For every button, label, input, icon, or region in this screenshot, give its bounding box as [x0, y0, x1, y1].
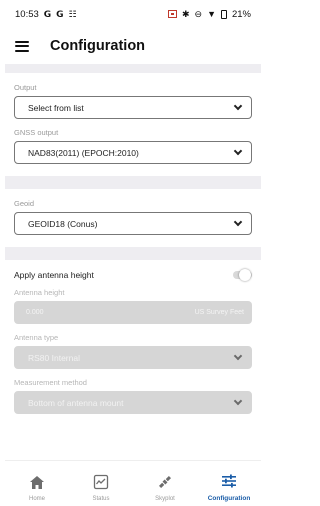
gnss-output-label: GNSS output	[14, 128, 59, 137]
g-notification-icon-2: 𝗚	[56, 8, 64, 19]
nav-home[interactable]: Home	[5, 461, 69, 506]
measurement-method-label: Measurement method	[14, 378, 87, 387]
chevron-down-icon	[233, 101, 243, 111]
apply-antenna-height-toggle[interactable]	[230, 269, 252, 281]
geoid-select[interactable]: GEOID18 (Conus)	[14, 212, 252, 235]
antenna-height-value: 0.000	[26, 309, 44, 316]
page-title: Configuration	[50, 38, 146, 54]
section-divider	[5, 176, 261, 189]
chevron-down-icon	[233, 351, 243, 361]
section-divider	[5, 64, 261, 73]
gnss-output-select[interactable]: NAD83(2011) (EPOCH:2010)	[14, 141, 252, 164]
chevron-down-icon	[233, 146, 243, 156]
battery-percent: 21%	[231, 8, 251, 20]
measurement-method-select[interactable]: Bottom of antenna mount	[14, 391, 252, 414]
output-select-value: Select from list	[28, 102, 84, 113]
output-select[interactable]: Select from list	[14, 96, 252, 119]
status-bar: 10:53 𝗚 𝗚 ☷ ✱ ⊖ ▼ 21%	[5, 0, 261, 28]
output-label: Output	[14, 83, 37, 92]
grid-notification-icon: ☷	[68, 8, 77, 19]
g-notification-icon: 𝗚	[43, 8, 52, 19]
chevron-down-icon	[233, 217, 243, 227]
nav-status[interactable]: Status	[69, 461, 133, 506]
antenna-type-value: RS80 Internal	[28, 352, 80, 363]
sliders-icon	[221, 472, 237, 490]
bottom-navigation: Home Status Skyplot Configuration	[5, 460, 261, 506]
geoid-section: Geoid GEOID18 (Conus)	[5, 189, 261, 247]
status-right: ✱ ⊖ ▼ 21%	[167, 8, 251, 20]
antenna-section: Apply antenna height Antenna height 0.00…	[5, 260, 261, 414]
app-bar: Configuration	[5, 28, 261, 64]
status-icon	[93, 473, 109, 491]
status-time: 10:53	[15, 8, 39, 20]
wifi-icon: ▼	[207, 8, 216, 19]
antenna-fields: Antenna height 0.000 US Survey Feet Ante…	[5, 288, 261, 414]
nav-configuration[interactable]: Configuration	[197, 461, 261, 506]
home-icon	[29, 473, 45, 491]
apply-antenna-height-label: Apply antenna height	[14, 270, 94, 280]
chevron-down-icon	[233, 396, 243, 406]
nfc-icon	[167, 10, 177, 18]
nav-skyplot-label: Skyplot	[155, 496, 175, 502]
bluetooth-icon: ✱	[181, 8, 190, 19]
measurement-method-value: Bottom of antenna mount	[28, 397, 124, 408]
nav-home-label: Home	[28, 496, 45, 502]
antenna-height-input[interactable]: 0.000 US Survey Feet	[14, 301, 252, 324]
satellite-icon	[157, 473, 173, 491]
dnd-icon: ⊖	[194, 8, 203, 19]
nav-status-label: Status	[92, 496, 110, 502]
antenna-height-label: Antenna height	[14, 288, 65, 297]
antenna-type-select[interactable]: RS80 Internal	[14, 346, 252, 369]
nav-configuration-label: Configuration	[207, 495, 251, 502]
status-left: 10:53 𝗚 𝗚 ☷	[15, 9, 77, 20]
battery-icon	[220, 9, 227, 19]
apply-antenna-height-row: Apply antenna height	[5, 260, 261, 288]
nav-skyplot[interactable]: Skyplot	[133, 461, 197, 506]
geoid-value: GEOID18 (Conus)	[28, 218, 98, 229]
geoid-label: Geoid	[14, 199, 35, 208]
output-section: Output Select from list GNSS output NAD8…	[5, 73, 261, 176]
phone-screen: 10:53 𝗚 𝗚 ☷ ✱ ⊖ ▼ 21% Configuration Outp…	[5, 0, 261, 506]
hamburger-menu-icon[interactable]	[15, 40, 29, 52]
antenna-height-unit: US Survey Feet	[194, 309, 244, 316]
antenna-type-label: Antenna type	[14, 333, 59, 342]
gnss-output-value: NAD83(2011) (EPOCH:2010)	[28, 147, 139, 158]
section-divider	[5, 247, 261, 260]
